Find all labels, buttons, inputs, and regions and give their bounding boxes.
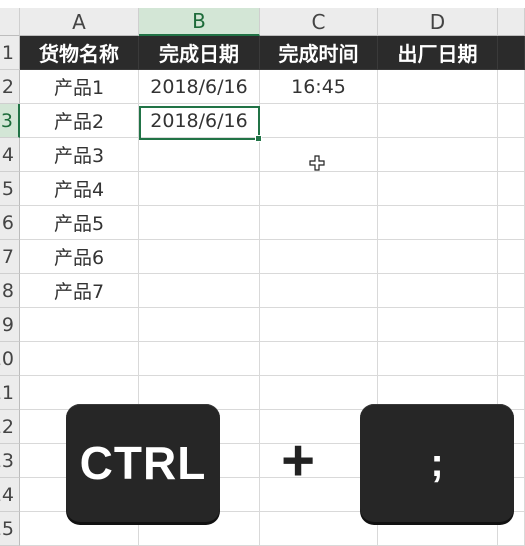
row-header-12[interactable]: 12 [0, 410, 20, 444]
cell-c8[interactable] [260, 274, 378, 308]
cell-e3[interactable] [498, 104, 525, 138]
row-header-2[interactable]: 2 [0, 70, 20, 104]
cell-a8[interactable]: 产品7 [20, 274, 139, 308]
cell-c10[interactable] [260, 342, 378, 376]
cell-b8[interactable] [139, 274, 260, 308]
cell-b3[interactable]: 2018/6/16 [139, 104, 260, 138]
column-header-d[interactable]: D [378, 8, 498, 36]
cell-c6[interactable] [260, 206, 378, 240]
cell-a10[interactable] [20, 342, 139, 376]
row-header-5[interactable]: 5 [0, 172, 20, 206]
cell-e4[interactable] [498, 138, 525, 172]
cell-e7[interactable] [498, 240, 525, 274]
cell-e9[interactable] [498, 308, 525, 342]
cell-b7[interactable] [139, 240, 260, 274]
cell-b4[interactable] [139, 138, 260, 172]
cell-d9[interactable] [378, 308, 498, 342]
cell-c7[interactable] [260, 240, 378, 274]
row-header-7[interactable]: 7 [0, 240, 20, 274]
cell-d10[interactable] [378, 342, 498, 376]
row-header-4[interactable]: 4 [0, 138, 20, 172]
ctrl-key: CTRL [66, 404, 220, 522]
cell-b5[interactable] [139, 172, 260, 206]
column-header-a[interactable]: A [20, 8, 139, 36]
row-header-8[interactable]: 8 [0, 274, 20, 308]
column-header-c[interactable]: C [260, 8, 378, 36]
semicolon-key: ; [360, 404, 514, 522]
header-cell-a1[interactable]: 货物名称 [20, 36, 139, 70]
cell-b10[interactable] [139, 342, 260, 376]
header-cell-b1[interactable]: 完成日期 [139, 36, 260, 70]
column-header-e[interactable] [498, 8, 525, 36]
cell-b2[interactable]: 2018/6/16 [139, 70, 260, 104]
cell-d2[interactable] [378, 70, 498, 104]
cell-c2[interactable]: 16:45 [260, 70, 378, 104]
row-header-13[interactable]: 13 [0, 444, 20, 478]
cell-a6[interactable]: 产品5 [20, 206, 139, 240]
cell-e5[interactable] [498, 172, 525, 206]
ctrl-key-label: CTRL [79, 437, 207, 489]
cell-e2[interactable] [498, 70, 525, 104]
row-header-9[interactable]: 9 [0, 308, 20, 342]
cell-a3[interactable]: 产品2 [20, 104, 139, 138]
row-header-14[interactable]: 14 [0, 478, 20, 512]
semicolon-key-label: ; [430, 440, 444, 485]
cell-d4[interactable] [378, 138, 498, 172]
cell-c5[interactable] [260, 172, 378, 206]
header-cell-c1[interactable]: 完成时间 [260, 36, 378, 70]
cell-c11[interactable] [260, 376, 378, 410]
cell-a4[interactable]: 产品3 [20, 138, 139, 172]
plus-sign: + [281, 427, 315, 493]
cell-e8[interactable] [498, 274, 525, 308]
row-header-15[interactable]: 15 [0, 512, 20, 546]
cell-c9[interactable] [260, 308, 378, 342]
header-cell-d1[interactable]: 出厂日期 [378, 36, 498, 70]
cell-a5[interactable]: 产品4 [20, 172, 139, 206]
cell-e6[interactable] [498, 206, 525, 240]
cell-c3[interactable] [260, 104, 378, 138]
cell-b6[interactable] [139, 206, 260, 240]
cell-cursor-icon [309, 155, 325, 171]
row-header-1[interactable]: 1 [0, 36, 20, 70]
cell-d6[interactable] [378, 206, 498, 240]
cell-b9[interactable] [139, 308, 260, 342]
row-header-3[interactable]: 3 [0, 104, 20, 138]
cell-d3[interactable] [378, 104, 498, 138]
cell-d7[interactable] [378, 240, 498, 274]
row-header-11[interactable]: 11 [0, 376, 20, 410]
cell-e10[interactable] [498, 342, 525, 376]
cell-c15[interactable] [260, 512, 378, 546]
row-header-6[interactable]: 6 [0, 206, 20, 240]
cell-a2[interactable]: 产品1 [20, 70, 139, 104]
header-cell-e1[interactable] [498, 36, 525, 70]
row-header-10[interactable]: 10 [0, 342, 20, 376]
select-all-corner[interactable] [0, 8, 20, 36]
column-header-b[interactable]: B [139, 8, 260, 36]
cell-d5[interactable] [378, 172, 498, 206]
cell-d8[interactable] [378, 274, 498, 308]
cell-a9[interactable] [20, 308, 139, 342]
cell-a7[interactable]: 产品6 [20, 240, 139, 274]
